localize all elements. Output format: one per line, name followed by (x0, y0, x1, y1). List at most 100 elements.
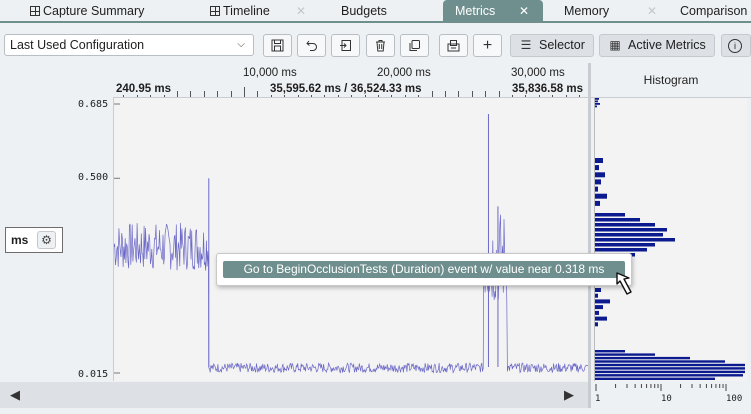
histogram-bar (595, 218, 640, 222)
ruler-tick (177, 91, 178, 97)
histogram-bar (595, 316, 607, 321)
histogram-bar (595, 172, 605, 178)
ruler-tick (458, 91, 459, 97)
range-center-label: 35,595.62 ms / 36,524.33 ms (267, 83, 425, 95)
metric-series-line (113, 214, 589, 374)
copy-button[interactable] (400, 34, 429, 57)
ruler-tick (190, 91, 191, 97)
histogram-x-label: 100 (726, 394, 743, 404)
undo-icon (306, 40, 317, 51)
ruler-tick (432, 91, 433, 97)
metric-chart[interactable] (113, 98, 589, 381)
unit-selector[interactable]: ms ⚙ (5, 227, 63, 253)
ruler-tick (485, 91, 486, 97)
histogram-bar (595, 370, 745, 374)
histogram-bar (595, 223, 655, 227)
y-axis-gutter (0, 63, 113, 382)
selector-button[interactable]: ☰ Selector (510, 34, 594, 57)
histogram-bar (595, 228, 667, 232)
ruler-tick (257, 91, 258, 97)
y-tick-label: 0.685 (78, 99, 109, 110)
tab-capture-summary[interactable]: Capture Summary (30, 0, 144, 21)
histogram-bar (595, 200, 600, 206)
histogram-bar (595, 367, 745, 370)
delete-icon (376, 40, 385, 52)
range-start-label: 240.95 ms (113, 83, 174, 95)
tab-comparison[interactable]: Comparison (680, 0, 747, 21)
ruler-tick (499, 91, 500, 97)
ruler-tick (204, 91, 205, 97)
histogram-bar (595, 103, 600, 105)
tab-budgets[interactable]: Budgets (341, 0, 387, 21)
histogram-panel[interactable] (594, 98, 747, 381)
close-icon[interactable]: ✕ (647, 0, 657, 22)
histogram-bar (595, 100, 598, 103)
chevron-down-icon: ⌵ (237, 39, 245, 50)
histogram-bar (595, 233, 663, 237)
delete-button[interactable] (366, 34, 395, 57)
grid-icon (30, 6, 40, 16)
copy-icon (409, 40, 420, 51)
info-icon: i (728, 39, 742, 53)
calculator-icon: ▦ (609, 38, 621, 52)
histogram-bar (595, 377, 715, 380)
active-metrics-button[interactable]: ▦ Active Metrics (599, 34, 715, 57)
histogram-bar (595, 293, 598, 298)
close-icon[interactable]: ✕ (296, 0, 306, 22)
import-icon (447, 40, 460, 52)
histogram-bar (595, 105, 597, 108)
histogram-bar (595, 165, 599, 171)
histogram-bar (595, 356, 690, 360)
histogram-bar (595, 158, 603, 163)
info-button[interactable]: i (721, 34, 751, 57)
histogram-bar (595, 363, 745, 367)
toolbar: Last Used Configuration ⌵ + ☰ Selector ▦ A… (0, 25, 751, 64)
histogram-bar (595, 186, 598, 192)
tab-memory[interactable]: Memory (564, 0, 609, 21)
histogram-x-axis: 1 10 100 (591, 382, 751, 408)
tab-bar: Capture Summary Timeline ✕ Budgets Metri… (0, 0, 751, 23)
histogram-bar (595, 360, 725, 363)
skip-to-start-icon[interactable]: ◀ (6, 386, 24, 404)
range-end-label: 35,836.58 ms (509, 83, 586, 95)
histogram-bar (595, 350, 625, 353)
export-icon (340, 40, 351, 51)
grid-icon (210, 6, 220, 16)
save-button[interactable] (263, 34, 292, 57)
histogram-x-label: 10 (661, 394, 672, 404)
undo-button[interactable] (297, 34, 326, 57)
export-button[interactable] (331, 34, 360, 57)
tab-timeline[interactable]: Timeline (210, 0, 270, 21)
histogram-bar (595, 305, 603, 310)
gear-icon[interactable]: ⚙ (37, 231, 56, 249)
y-tick-label: 0.015 (78, 369, 109, 380)
histogram-chart (595, 98, 745, 380)
import-button[interactable] (439, 34, 468, 57)
histogram-bar (595, 179, 601, 185)
panel-splitter[interactable] (588, 63, 591, 408)
ruler-tick-label: 10,000 ms (243, 67, 297, 79)
ruler-tick-label: 20,000 ms (377, 67, 431, 79)
close-icon[interactable]: ✕ (519, 0, 529, 22)
ruler-tick (217, 91, 218, 97)
histogram-title: Histogram (591, 63, 751, 98)
configuration-select[interactable]: Last Used Configuration ⌵ (4, 34, 254, 56)
add-button[interactable]: + (473, 34, 502, 57)
histogram-bar (595, 213, 625, 217)
histogram-bar (595, 238, 675, 242)
mouse-cursor-icon (616, 272, 632, 295)
list-icon: ☰ (520, 38, 532, 52)
histogram-bar (595, 248, 647, 252)
add-icon: + (482, 37, 493, 54)
histogram-bar (595, 193, 607, 199)
time-ruler[interactable]: 10,000 ms 20,000 ms 30,000 ms 240.95 ms … (113, 63, 588, 98)
ruler-tick (472, 91, 473, 97)
histogram-bar (595, 374, 743, 377)
histogram-bar (595, 299, 610, 304)
skip-to-end-icon[interactable]: ▶ (560, 386, 578, 404)
ruler-tick (231, 91, 232, 97)
go-to-event-button[interactable]: Go to BeginOcclusionTests (Duration) eve… (223, 261, 625, 278)
go-to-event-tooltip: Go to BeginOcclusionTests (Duration) eve… (216, 253, 632, 286)
y-tick-label: 0.500 (78, 172, 109, 183)
ruler-tick (244, 87, 245, 97)
